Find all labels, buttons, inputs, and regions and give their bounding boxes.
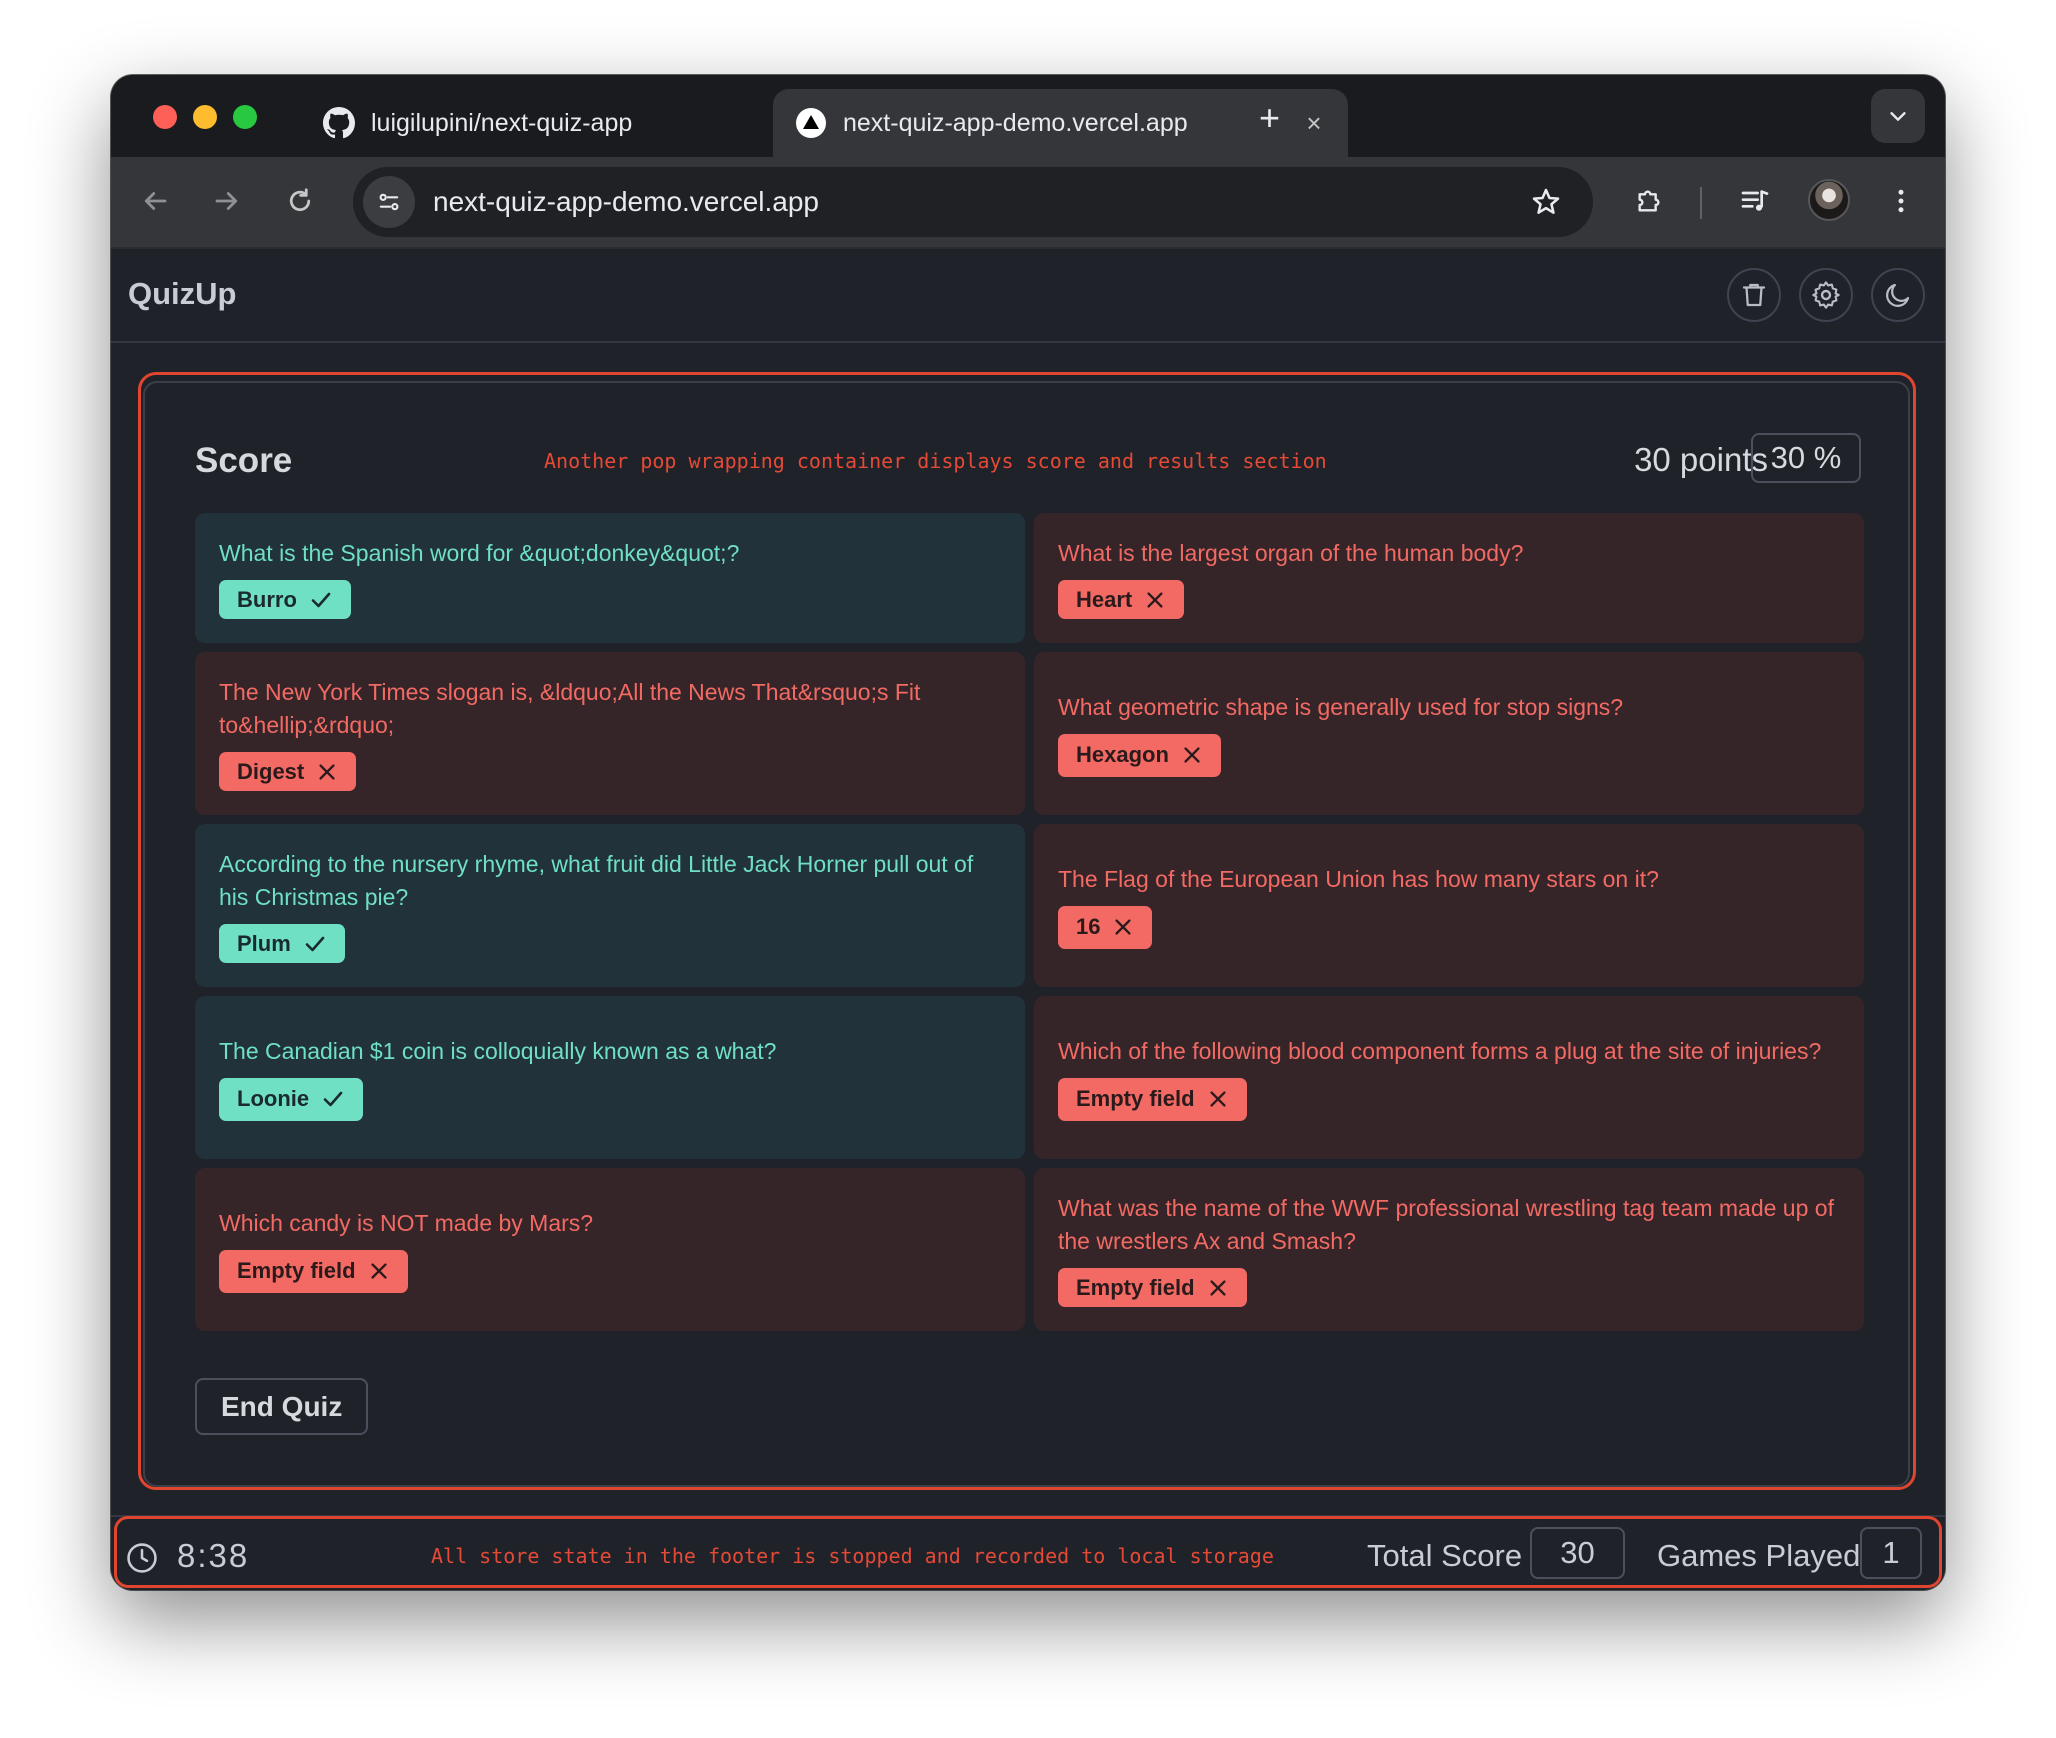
question-text: The New York Times slogan is, &ldquo;All… [219,679,921,738]
chevron-down-icon [1890,112,1906,121]
question-text: Which candy is NOT made by Mars? [219,1209,594,1236]
tab-strip: luigilupini/next-quiz-app × next-quiz-ap… [111,75,1945,157]
profile-avatar[interactable] [1808,179,1850,221]
answer-text: 16 [1076,914,1101,939]
result-card: Which candy is NOT made by Mars? Empty f… [195,1168,1025,1331]
minimize-window-button[interactable] [193,105,217,129]
result-card: What is the Spanish word for &quot;donke… [195,513,1025,643]
answer-badge: Empty field [219,1249,408,1293]
browser-toolbar: next-quiz-app-demo.vercel.app [111,157,1945,249]
media-queue-icon [1741,190,1769,211]
close-icon [1207,1088,1229,1110]
address-bar[interactable]: next-quiz-app-demo.vercel.app [353,167,1593,237]
answer-badge: Empty field [1058,1268,1247,1307]
result-card: What is the largest organ of the human b… [1034,513,1864,643]
result-card: What was the name of the WWF professiona… [1034,1168,1864,1331]
result-card: The New York Times slogan is, &ldquo;All… [195,652,1025,815]
question-text: Which of the following blood component f… [1058,1037,1822,1064]
end-quiz-button[interactable]: End Quiz [195,1378,369,1435]
answer-text: Empty field [237,1258,356,1283]
close-icon [1181,744,1203,766]
answer-text: Heart [1076,586,1133,612]
answer-badge: Empty field [1058,1077,1247,1121]
result-card: Which of the following blood component f… [1034,996,1864,1159]
question-text: What geometric shape is generally used f… [1058,693,1624,720]
answer-badge: Heart [1058,580,1185,619]
moon-icon [1886,283,1910,307]
results-grid: What is the Spanish word for &quot;donke… [195,513,1865,1331]
reload-icon [289,188,311,212]
result-card: According to the nursery rhyme, what fru… [195,824,1025,987]
close-icon [1207,1277,1229,1299]
kebab-menu-icon [1898,189,1904,213]
question-text: What is the largest organ of the human b… [1058,540,1524,566]
answer-text: Plum [237,930,291,956]
site-settings-icon[interactable] [363,176,415,228]
browser-window: luigilupini/next-quiz-app × next-quiz-ap… [111,75,1945,1590]
trash-icon [1742,283,1766,307]
question-text: The Flag of the European Union has how m… [1058,865,1659,892]
answer-badge: 16 [1058,905,1153,949]
result-card: What geometric shape is generally used f… [1034,652,1864,815]
result-card: The Canadian $1 coin is colloquially kno… [195,996,1025,1159]
check-icon [303,932,327,956]
close-icon [368,1260,390,1282]
tab-title: luigilupini/next-quiz-app [371,108,633,137]
question-text: According to the nursery rhyme, what fru… [219,851,974,910]
tab-close-icon[interactable]: × [1294,108,1334,139]
score-title: Score [195,441,293,480]
bookmark-star-icon[interactable] [1521,177,1571,227]
check-icon [309,588,333,612]
answer-badge: Burro [219,580,351,619]
points-label: 30 points [1634,441,1768,478]
question-text: What was the name of the WWF professiona… [1058,1195,1834,1254]
media-control-button[interactable] [1731,177,1779,225]
percent-badge: 30 % [1751,433,1861,483]
answer-text: Loonie [237,1086,310,1111]
answer-badge: Hexagon [1058,733,1221,777]
github-icon [323,107,355,139]
answer-badge: Digest [219,752,357,791]
reload-button[interactable] [276,177,324,225]
score-card: Score Another pop wrapping container dis… [143,381,1910,1487]
browser-menu-button[interactable] [1877,177,1925,225]
theme-toggle-button[interactable] [1871,268,1925,322]
answer-badge: Loonie [219,1077,364,1121]
gear-icon [1812,281,1840,309]
new-tab-button[interactable]: + [1259,100,1280,136]
puzzle-icon [1638,190,1660,212]
tab-search-button[interactable] [1871,89,1925,143]
arrow-left-icon [144,192,167,210]
toolbar-divider [1700,187,1702,219]
result-card: The Flag of the European Union has how m… [1034,824,1864,987]
settings-button[interactable] [1799,268,1853,322]
answer-badge: Plum [219,924,345,963]
maximize-window-button[interactable] [233,105,257,129]
clear-storage-button[interactable] [1727,268,1781,322]
url-text: next-quiz-app-demo.vercel.app [433,186,819,217]
forward-button[interactable] [203,177,251,225]
question-text: The Canadian $1 coin is colloquially kno… [219,1037,777,1064]
check-icon [321,1087,345,1111]
answer-text: Empty field [1076,1274,1195,1300]
close-window-button[interactable] [153,105,177,129]
answer-text: Empty field [1076,1086,1195,1111]
tab-title: next-quiz-app-demo.vercel.app [843,108,1188,137]
arrow-right-icon [215,192,238,210]
answer-text: Hexagon [1076,742,1169,767]
close-icon [316,761,338,783]
vercel-icon [795,107,827,139]
app-title: QuizUp [128,276,237,311]
close-icon [1112,916,1134,938]
annotation-note-results: Another pop wrapping container displays … [544,449,1327,473]
back-button[interactable] [131,177,179,225]
app-header: QuizUp [111,249,1945,343]
answer-text: Burro [237,586,297,612]
question-text: What is the Spanish word for &quot;donke… [219,540,740,566]
answer-text: Digest [237,758,305,784]
extensions-button[interactable] [1625,177,1673,225]
annotation-outline-footer [114,1516,1942,1588]
close-icon [1144,589,1166,611]
